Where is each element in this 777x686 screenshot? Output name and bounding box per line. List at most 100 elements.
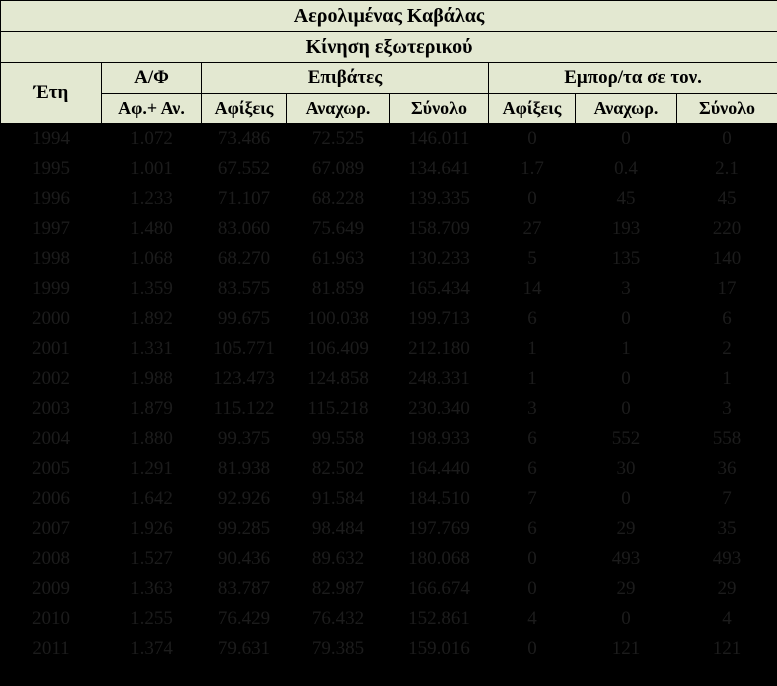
cell-passenger-departures: 82.987 [286,574,390,604]
cell-passenger-arrivals: 79.631 [201,634,287,664]
cell-passenger-arrivals: 76.429 [201,604,287,634]
cell-passenger-total: 230.340 [389,394,489,424]
cell-cargo-arrivals: 6 [488,454,576,484]
cell-year: 2003 [0,394,102,424]
cell-aircraft: 1.363 [101,574,202,604]
header-passengers: Επιβάτες [201,62,489,94]
cell-cargo-arrivals: 6 [488,424,576,454]
cell-aircraft: 1.527 [101,544,202,574]
table-row: 1996 1.233 71.107 68.228 139.335 0 45 45 [0,184,777,214]
cell-cargo-departures: 45 [575,184,677,214]
cell-year: 2009 [0,574,102,604]
cell-passenger-arrivals: 90.436 [201,544,287,574]
cell-cargo-total: 140 [676,244,777,274]
cell-aircraft: 1.926 [101,514,202,544]
cell-passenger-total: 212.180 [389,334,489,364]
cell-year: 2005 [0,454,102,484]
cell-cargo-departures: 193 [575,214,677,244]
table-row: 1998 1.068 68.270 61.963 130.233 5 135 140 [0,244,777,274]
cell-passenger-arrivals: 99.375 [201,424,287,454]
cell-cargo-arrivals: 4 [488,604,576,634]
cell-passenger-departures: 124.858 [286,364,390,394]
cell-passenger-total: 184.510 [389,484,489,514]
table-body: 1994 1.072 73.486 72.525 146.011 0 0 0 1995 1.001… [0,123,777,664]
cell-cargo-arrivals: 1 [488,334,576,364]
cell-cargo-arrivals: 6 [488,514,576,544]
cell-year: 2008 [0,544,102,574]
header-cargo-departures: Αναχωρ. [575,93,677,124]
cell-passenger-departures: 79.385 [286,634,390,664]
cell-aircraft: 1.331 [101,334,202,364]
cell-cargo-departures: 0 [575,394,677,424]
cell-aircraft: 1.072 [101,123,202,154]
cell-passenger-arrivals: 83.060 [201,214,287,244]
cell-cargo-arrivals: 6 [488,304,576,334]
table-title: Αερολιμένας Καβάλας [0,0,777,32]
cell-year: 2011 [0,634,102,664]
header-years: Έτη [0,62,102,124]
cell-aircraft: 1.988 [101,364,202,394]
cell-passenger-departures: 61.963 [286,244,390,274]
cell-cargo-arrivals: 3 [488,394,576,424]
table-row: 1995 1.001 67.552 67.089 134.641 1.7 0.4 2.1 [0,154,777,184]
cell-passenger-arrivals: 99.675 [201,304,287,334]
cell-passenger-total: 197.769 [389,514,489,544]
cell-cargo-departures: 29 [575,514,677,544]
cell-passenger-arrivals: 105.771 [201,334,287,364]
cell-year: 2006 [0,484,102,514]
cell-passenger-arrivals: 68.270 [201,244,287,274]
table-subtitle: Κίνηση εξωτερικού [0,31,777,63]
cell-cargo-arrivals: 1 [488,364,576,394]
cell-cargo-departures: 29 [575,574,677,604]
table-row: 2011 1.374 79.631 79.385 159.016 0 121 121 [0,634,777,664]
cell-year: 1997 [0,214,102,244]
cell-cargo-arrivals: 5 [488,244,576,274]
header-passenger-arrivals: Αφίξεις [201,93,287,124]
cell-cargo-total: 29 [676,574,777,604]
cell-year: 2000 [0,304,102,334]
cell-passenger-total: 198.933 [389,424,489,454]
cell-passenger-total: 146.011 [389,123,489,154]
table-row: 2004 1.880 99.375 99.558 198.933 6 552 558 [0,424,777,454]
cell-year: 2002 [0,364,102,394]
cell-cargo-total: 121 [676,634,777,664]
cell-cargo-total: 36 [676,454,777,484]
cell-cargo-arrivals: 0 [488,634,576,664]
header-cargo: Εμπορ/τα σε τον. [487,62,777,94]
cell-cargo-departures: 0 [575,364,677,394]
cell-cargo-departures: 1 [575,334,677,364]
cell-cargo-arrivals: 0 [488,544,576,574]
cell-cargo-arrivals: 27 [488,214,576,244]
cell-aircraft: 1.001 [101,154,202,184]
cell-passenger-total: 159.016 [389,634,489,664]
cell-cargo-arrivals: 0 [488,574,576,604]
cell-cargo-departures: 135 [575,244,677,274]
cell-passenger-arrivals: 81.938 [201,454,287,484]
cell-cargo-total: 493 [676,544,777,574]
header-passenger-total: Σύνολο [389,93,489,124]
table-row: 2002 1.988 123.473 124.858 248.331 1 0 1 [0,364,777,394]
cell-passenger-total: 158.709 [389,214,489,244]
cell-year: 1995 [0,154,102,184]
cell-passenger-departures: 106.409 [286,334,390,364]
cell-cargo-departures: 0 [575,484,677,514]
cell-aircraft: 1.880 [101,424,202,454]
table-row: 2001 1.331 105.771 106.409 212.180 1 1 2 [0,334,777,364]
cell-year: 2004 [0,424,102,454]
table-row: 2003 1.879 115.122 115.218 230.340 3 0 3 [0,394,777,424]
cell-aircraft: 1.233 [101,184,202,214]
cell-passenger-total: 180.068 [389,544,489,574]
cell-year: 2010 [0,604,102,634]
cell-passenger-total: 165.434 [389,274,489,304]
cell-cargo-departures: 121 [575,634,677,664]
table-row: 2006 1.642 92.926 91.584 184.510 7 0 7 [0,484,777,514]
cell-cargo-arrivals: 1.7 [488,154,576,184]
cell-passenger-total: 166.674 [389,574,489,604]
cell-cargo-departures: 0.4 [575,154,677,184]
cell-cargo-arrivals: 7 [488,484,576,514]
cell-aircraft: 1.642 [101,484,202,514]
cell-year: 1999 [0,274,102,304]
table-row: 2007 1.926 99.285 98.484 197.769 6 29 35 [0,514,777,544]
cell-aircraft: 1.255 [101,604,202,634]
table-row: 2008 1.527 90.436 89.632 180.068 0 493 493 [0,544,777,574]
